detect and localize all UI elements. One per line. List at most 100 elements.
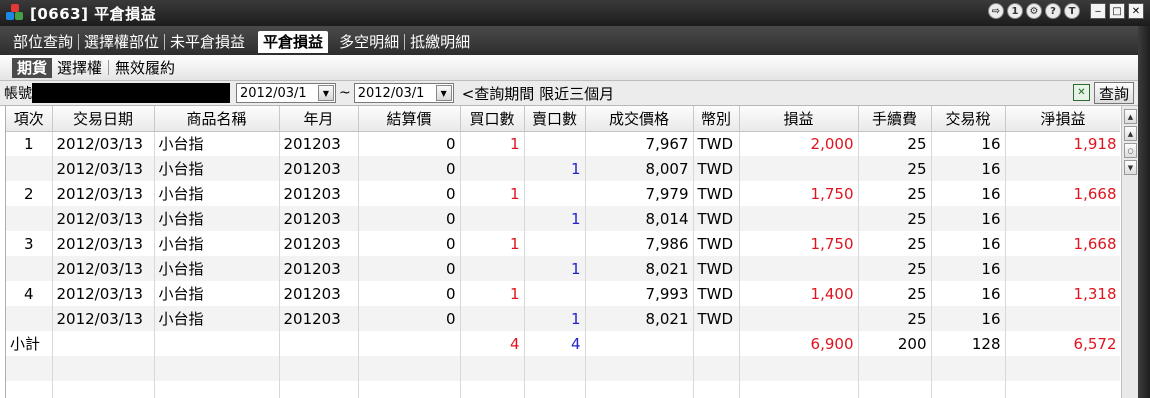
column-header[interactable]: 交易稅 — [931, 106, 1006, 132]
column-header[interactable]: 買口數 — [460, 106, 525, 132]
help-icon[interactable]: ? — [1045, 3, 1061, 19]
table-cell: 0 — [358, 131, 461, 156]
table-cell: 25 — [858, 281, 932, 306]
table-cell: 25 — [858, 131, 932, 156]
tab-open-pnl[interactable]: 未平倉損益 — [165, 31, 250, 53]
tab-collateral-detail[interactable]: 抵繳明細 — [405, 31, 475, 53]
table-cell: 201203 — [279, 206, 359, 231]
table-cell — [6, 206, 53, 231]
table-cell — [1005, 381, 1120, 398]
table-cell — [6, 356, 53, 381]
column-header[interactable]: 年月 — [279, 106, 359, 132]
window-title: [0663] 平倉損益 — [30, 4, 157, 23]
table-cell: TWD — [693, 256, 740, 281]
table-cell: 4 — [6, 281, 53, 306]
table-cell: 8,021 — [585, 306, 694, 331]
column-header[interactable]: 項次 — [6, 106, 53, 132]
table-cell: 0 — [358, 206, 461, 231]
maximize-button[interactable]: □ — [1109, 3, 1125, 19]
table-cell — [585, 356, 694, 381]
subtotal-row[interactable]: 小計 4 4 6,900 200 128 6,572 — [6, 331, 1120, 356]
table-cell: 8,021 — [585, 256, 694, 281]
chevron-down-icon[interactable]: ▼ — [435, 85, 452, 101]
scroll-down-icon[interactable]: ▼ — [1124, 160, 1137, 175]
table-row[interactable]: 4 2012/03/13 小台指 201203 0 1 7,993 TWD 1,400 25 16 1… — [6, 281, 1120, 306]
table-cell: 0 — [358, 306, 461, 331]
window-number-icon[interactable]: 1 — [1007, 3, 1023, 19]
table-row[interactable]: 1 2012/03/13 小台指 201203 0 1 7,967 TWD 2,000 25 16 1… — [6, 131, 1120, 156]
tab-invalid-exercise[interactable]: 無效履約 — [110, 58, 180, 78]
table-cell — [858, 356, 932, 381]
table-cell — [6, 306, 53, 331]
table-cell: TWD — [693, 231, 740, 256]
table-cell: 201203 — [279, 156, 359, 181]
table-row[interactable]: 3 2012/03/13 小台指 201203 0 1 7,986 TWD 1,750 25 16 1… — [6, 231, 1120, 256]
tab-option-position[interactable]: 選擇權部位 — [79, 31, 164, 53]
column-header[interactable]: 手續費 — [858, 106, 932, 132]
table-cell: 小台指 — [154, 231, 280, 256]
date-from-select[interactable]: 2012/03/1 ▼ — [236, 83, 336, 103]
tab-closed-pnl[interactable]: 平倉損益 — [258, 31, 329, 53]
table-cell: 7,967 — [585, 131, 694, 156]
column-header[interactable]: 幣別 — [693, 106, 740, 132]
query-button[interactable]: 查詢 — [1094, 82, 1134, 104]
table-row[interactable]: 2 2012/03/13 小台指 201203 0 1 7,979 TWD 1,750 25 16 1… — [6, 181, 1120, 206]
account-select-redacted[interactable] — [32, 83, 230, 103]
column-header[interactable]: 商品名稱 — [154, 106, 280, 132]
column-header[interactable]: 結算價 — [358, 106, 461, 132]
tab-long-short-detail[interactable]: 多空明細 — [334, 31, 404, 53]
table-cell: TWD — [693, 206, 740, 231]
tab-position-query[interactable]: 部位查詢 — [8, 31, 78, 53]
table-cell — [524, 131, 586, 156]
scroll-top-icon[interactable]: ▲ — [1124, 109, 1137, 124]
table-cell: 25 — [858, 256, 932, 281]
scroll-up-icon[interactable]: ▲ — [1124, 126, 1137, 141]
settings-icon[interactable]: ⚙ — [1026, 3, 1042, 19]
table-cell — [279, 381, 359, 398]
table-cell — [524, 356, 586, 381]
table-cell: 1,918 — [1005, 131, 1120, 156]
table-row[interactable] — [6, 381, 1120, 398]
table-cell: TWD — [693, 156, 740, 181]
table-cell: 25 — [858, 231, 932, 256]
table-cell — [358, 331, 461, 356]
table-cell: 1 — [460, 131, 525, 156]
date-to-select[interactable]: 2012/03/1 ▼ — [353, 83, 454, 103]
table-row[interactable]: 2012/03/13 小台指 201203 0 1 8,021 TWD 25 16 — [6, 306, 1120, 331]
table-cell: 1 — [524, 306, 586, 331]
column-header[interactable]: 成交價格 — [585, 106, 694, 132]
table-cell — [460, 206, 525, 231]
table-header-row: 項次 交易日期 商品名稱 年月 結算價 買口數 賣口數 成交價格 幣別 損益 手… — [6, 106, 1120, 132]
link-icon[interactable]: ⇨ — [988, 3, 1004, 19]
vertical-scrollbar[interactable]: ▲ ▲ ○ ▼ — [1121, 106, 1138, 398]
scroll-center-icon[interactable]: ○ — [1124, 143, 1137, 158]
table-row[interactable] — [6, 356, 1120, 381]
table-cell — [1005, 356, 1120, 381]
column-header[interactable]: 淨損益 — [1005, 106, 1120, 132]
table-cell — [52, 381, 155, 398]
table-row[interactable]: 2012/03/13 小台指 201203 0 1 8,021 TWD 25 16 — [6, 256, 1120, 281]
export-excel-icon[interactable]: ✕ — [1073, 84, 1090, 101]
table-cell: 1,750 — [739, 181, 859, 206]
column-header[interactable]: 賣口數 — [524, 106, 586, 132]
column-header[interactable]: 損益 — [739, 106, 859, 132]
minimize-button[interactable]: ‒ — [1090, 3, 1106, 19]
table-cell: 201203 — [279, 181, 359, 206]
chevron-down-icon[interactable]: ▼ — [318, 85, 334, 101]
table-cell: 2012/03/13 — [52, 231, 155, 256]
tab-futures[interactable]: 期貨 — [12, 57, 53, 78]
table-cell: 4 — [524, 331, 586, 356]
table-row[interactable]: 2012/03/13 小台指 201203 0 1 8,007 TWD 25 16 — [6, 156, 1120, 181]
column-header[interactable]: 交易日期 — [52, 106, 155, 132]
table-cell — [1005, 206, 1120, 231]
table-row[interactable]: 2012/03/13 小台指 201203 0 1 8,014 TWD 25 16 — [6, 206, 1120, 231]
table-cell: 4 — [460, 331, 525, 356]
account-label: 帳號 — [4, 86, 32, 102]
table-cell: 25 — [858, 156, 932, 181]
close-button[interactable]: ✕ — [1128, 3, 1144, 19]
topmost-icon[interactable]: T — [1064, 3, 1080, 19]
table-cell: 8,014 — [585, 206, 694, 231]
table-cell: 16 — [931, 206, 1006, 231]
date-to-value: 2012/03/1 — [357, 85, 425, 101]
tab-options[interactable]: 選擇權 — [52, 58, 107, 78]
